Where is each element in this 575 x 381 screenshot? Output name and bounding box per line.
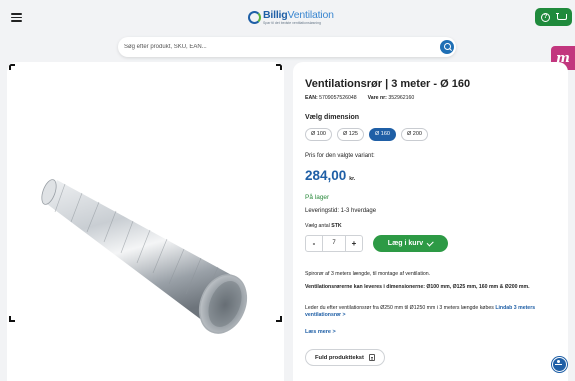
read-more-link[interactable]: Læs mere > <box>305 329 336 335</box>
product-image-panel <box>7 62 284 381</box>
corner-mark-icon <box>9 316 15 322</box>
item-number-label: Vare nr: <box>367 95 387 101</box>
ean-value: 5709057526048 <box>319 95 357 101</box>
search-bar <box>118 37 456 57</box>
quantity-increase-button[interactable]: + <box>345 235 363 252</box>
logo-mark-icon <box>248 11 261 24</box>
brand-suffix: Ventilation <box>287 9 334 21</box>
product-meta: EAN: 5709057526048 Vare nr: 352962160 <box>305 95 414 101</box>
brand-prefix: Billig <box>263 9 288 21</box>
product-description-dimensions: Ventilationsrørerne kan leveres i dimens… <box>305 284 530 290</box>
lead-time: Leveringstid: 1-3 hverdage <box>305 208 377 214</box>
ean-label: EAN: <box>305 95 318 101</box>
site-header: BilligVentilation Spar til det bedste ve… <box>0 0 575 62</box>
accessibility-icon[interactable] <box>552 357 567 372</box>
document-icon <box>368 354 375 361</box>
dimension-option-125[interactable]: Ø 125 <box>336 128 364 141</box>
quantity-label-text: Vælg antal <box>305 223 330 229</box>
cart-icon[interactable] <box>556 13 567 21</box>
dimension-options: Ø 100 Ø 125 Ø 160 Ø 200 <box>305 128 428 141</box>
dimension-option-200[interactable]: Ø 200 <box>400 128 428 141</box>
price-currency: kr. <box>349 176 356 182</box>
brand-logo[interactable]: BilligVentilation Spar til det bedste ve… <box>248 10 334 25</box>
quantity-label: Vælg antal STK <box>305 223 342 229</box>
dimension-option-100[interactable]: Ø 100 <box>305 128 332 141</box>
add-to-cart-label: Læg i kurv <box>387 240 424 247</box>
quantity-stepper: - 7 + <box>305 235 363 252</box>
menu-icon[interactable] <box>11 13 22 22</box>
product-title: Ventilationsrør | 3 meter - Ø 160 <box>305 78 471 90</box>
corner-mark-icon <box>276 64 282 70</box>
quantity-decrease-button[interactable]: - <box>305 235 323 252</box>
product-info-panel: Ventilationsrør | 3 meter - Ø 160 EAN: 5… <box>293 62 568 381</box>
price: 284,00 kr. <box>305 168 355 183</box>
quantity-unit: STK <box>331 223 342 229</box>
search-input[interactable] <box>124 41 424 53</box>
add-to-cart-button[interactable]: Læg i kurv <box>373 235 448 252</box>
price-label: Pris for den valgte variant: <box>305 153 375 159</box>
quantity-input[interactable]: 7 <box>323 235 345 252</box>
brand-tagline: Spar til det bedste ventilationsløsning <box>263 20 321 25</box>
header-actions[interactable]: ? <box>535 8 572 26</box>
product-description-text: Leder du efter ventilationsrør fra Ø250 … <box>305 305 494 311</box>
product-description-more: Leder du efter ventilationsrør fra Ø250 … <box>305 305 560 319</box>
corner-mark-icon <box>9 64 15 70</box>
product-description-intro: Spirorør af 3 meters længde, til montage… <box>305 271 431 277</box>
dimension-label: Vælg dimension <box>305 114 360 121</box>
check-icon <box>426 239 434 246</box>
search-icon[interactable] <box>440 40 454 54</box>
corner-mark-icon <box>276 316 282 322</box>
price-value: 284,00 <box>305 168 347 183</box>
full-product-text-button[interactable]: Fuld produkttekst <box>305 349 385 366</box>
help-icon[interactable]: ? <box>541 12 550 22</box>
stock-status: På lager <box>305 194 330 201</box>
item-number-value: 352962160 <box>388 95 415 101</box>
dimension-option-160[interactable]: Ø 160 <box>368 128 396 141</box>
product-image[interactable] <box>37 172 257 342</box>
full-product-text-label: Fuld produkttekst <box>315 354 364 361</box>
